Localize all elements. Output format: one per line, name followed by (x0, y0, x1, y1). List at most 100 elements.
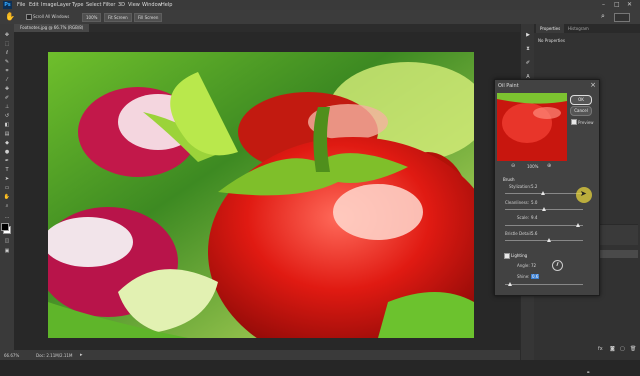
lighting-section-label: Lighting (511, 253, 528, 258)
stylization-label: Stylization: (509, 184, 532, 189)
cleanliness-label: Cleanliness: (505, 200, 530, 205)
cleanliness-slider-thumb[interactable] (542, 207, 546, 211)
pointer-cursor-icon: ➤ (580, 189, 587, 198)
tab-properties[interactable]: Properties (536, 24, 565, 33)
fit-screen-button[interactable]: Fit Screen (104, 13, 132, 22)
gradient-tool-icon[interactable]: ▤ (3, 131, 11, 137)
bristle-detail-slider-thumb[interactable] (546, 238, 551, 242)
document-tab-bar: Footnotes.jpg @ 66.7% (RGB/8) (14, 24, 520, 32)
document-tab[interactable]: Footnotes.jpg @ 66.7% (RGB/8) (14, 24, 90, 32)
zoom-100-button[interactable]: 100% (82, 13, 102, 22)
angle-value[interactable]: 72 (531, 263, 536, 268)
shape-tool-icon[interactable]: ▭ (3, 185, 11, 191)
move-tool-icon[interactable]: ✥ (3, 32, 11, 38)
scroll-all-windows-label: Scroll All Windows (33, 14, 70, 19)
angle-label: Angle: (517, 263, 530, 268)
menu-3d[interactable]: 3D (118, 2, 125, 8)
fx-icon[interactable]: fx (598, 346, 603, 352)
menu-layer[interactable]: Layer (57, 2, 71, 8)
photoshop-logo-icon: Ps (3, 1, 12, 9)
ok-button[interactable]: OK (570, 95, 592, 105)
bristle-detail-slider[interactable] (505, 240, 583, 241)
link-layers-icon[interactable]: ⚭ (586, 370, 590, 376)
status-doc-size: Doc: 2.11M/2.11M (36, 353, 73, 358)
zoom-in-icon[interactable]: ⊕ (547, 163, 551, 169)
eyedropper-tool-icon[interactable]: ⁄ (3, 77, 11, 83)
minimize-icon[interactable]: – (602, 1, 605, 8)
scale-value[interactable]: 9.4 (531, 215, 537, 220)
close-icon[interactable]: ✕ (627, 1, 632, 8)
menu-select[interactable]: Select (86, 2, 101, 8)
marquee-tool-icon[interactable]: ⬚ (3, 41, 11, 47)
menu-view[interactable]: View (128, 2, 140, 8)
bristle-detail-value[interactable]: 5.6 (531, 231, 537, 236)
layer-row[interactable] (598, 250, 638, 258)
shine-slider[interactable] (505, 284, 583, 285)
dodge-tool-icon[interactable]: ● (3, 149, 11, 155)
menu-file[interactable]: File (17, 2, 25, 8)
options-bar: ✋ Scroll All Windows 100% Fit Screen Fil… (0, 10, 640, 24)
add-mask-icon[interactable]: ◙ (610, 346, 615, 352)
menu-help[interactable]: Help (161, 2, 172, 8)
menu-edit[interactable]: Edit (29, 2, 39, 8)
zoom-tool-icon[interactable]: ⌕ (3, 203, 11, 209)
screen-mode-icon[interactable]: ▣ (3, 248, 11, 254)
fill-screen-button[interactable]: Fill Screen (134, 13, 163, 22)
menu-image[interactable]: Image (41, 2, 57, 8)
status-arrow-icon[interactable]: ▸ (80, 352, 83, 358)
hand-tool-icon[interactable]: ✋ (3, 194, 11, 200)
type-tool-icon[interactable]: T (3, 167, 11, 173)
foreground-color-swatch[interactable] (1, 223, 9, 231)
more-tools-icon[interactable]: … (3, 214, 11, 220)
eraser-tool-icon[interactable]: ◧ (3, 122, 11, 128)
play-action-icon[interactable]: ▶ (524, 32, 532, 39)
new-layer-icon[interactable]: ▢ (620, 346, 625, 352)
path-select-tool-icon[interactable]: ➤ (3, 176, 11, 182)
workspace-switcher-icon[interactable] (614, 13, 630, 22)
angle-dial-icon[interactable] (552, 260, 563, 271)
shine-label: Shine: (517, 274, 530, 279)
dialog-close-icon[interactable]: × (590, 81, 596, 89)
preview-zoom-label: 100% (527, 164, 539, 169)
document-canvas[interactable] (48, 52, 474, 338)
crop-tool-icon[interactable]: ⌗ (3, 68, 11, 74)
preview-label: Preview (578, 120, 594, 125)
stylization-slider-thumb[interactable] (541, 191, 546, 195)
delete-layer-icon[interactable]: 🗑 (630, 346, 636, 352)
menu-type[interactable]: Type (72, 2, 83, 8)
search-icon[interactable]: ⌕ (601, 12, 605, 21)
shine-value[interactable]: 0.6 (531, 274, 540, 279)
stylization-value[interactable]: 5.2 (531, 184, 537, 189)
clone-stamp-tool-icon[interactable]: ⊥ (3, 104, 11, 110)
scale-slider-thumb[interactable] (575, 223, 580, 227)
tools-panel: ✥ ⬚ ℓ ✎ ⌗ ⁄ ✚ ✐ ⊥ ↺ ◧ ▤ ◆ ● ✒ T ➤ ▭ ✋ ⌕ … (0, 24, 14, 350)
cleanliness-value[interactable]: 5.0 (531, 200, 537, 205)
quick-select-tool-icon[interactable]: ✎ (3, 59, 11, 65)
lasso-tool-icon[interactable]: ℓ (3, 50, 11, 56)
healing-brush-tool-icon[interactable]: ✚ (3, 86, 11, 92)
scale-label: Scale: (517, 215, 530, 220)
brush-tool-icon[interactable]: ✐ (3, 95, 11, 101)
brush-presets-icon[interactable]: ✐ (524, 60, 532, 67)
lighting-checkbox[interactable] (504, 253, 510, 259)
maximize-icon[interactable]: □ (614, 1, 620, 8)
scroll-all-windows-checkbox[interactable] (26, 14, 32, 20)
shine-slider-thumb[interactable] (507, 282, 512, 286)
hand-tool-icon[interactable]: ✋ (5, 12, 15, 21)
brush-section-label: Brush (503, 177, 515, 182)
tab-histogram[interactable]: Histogram (564, 24, 593, 33)
menu-window[interactable]: Window (142, 2, 162, 8)
blur-tool-icon[interactable]: ◆ (3, 140, 11, 146)
status-bar: 66.67% Doc: 2.11M/2.11M ▸ (0, 350, 520, 360)
history-icon[interactable]: ⧗ (524, 46, 532, 53)
preview-checkbox[interactable] (571, 119, 577, 125)
pen-tool-icon[interactable]: ✒ (3, 158, 11, 164)
scale-slider[interactable] (505, 225, 583, 226)
menu-filter[interactable]: Filter (103, 2, 115, 8)
quick-mask-icon[interactable]: ◫ (3, 238, 11, 244)
zoom-out-icon[interactable]: ⊖ (511, 163, 515, 169)
filter-preview[interactable] (497, 93, 567, 161)
status-zoom[interactable]: 66.67% (4, 353, 19, 358)
cancel-button[interactable]: Cancel (570, 106, 592, 116)
history-brush-tool-icon[interactable]: ↺ (3, 113, 11, 119)
